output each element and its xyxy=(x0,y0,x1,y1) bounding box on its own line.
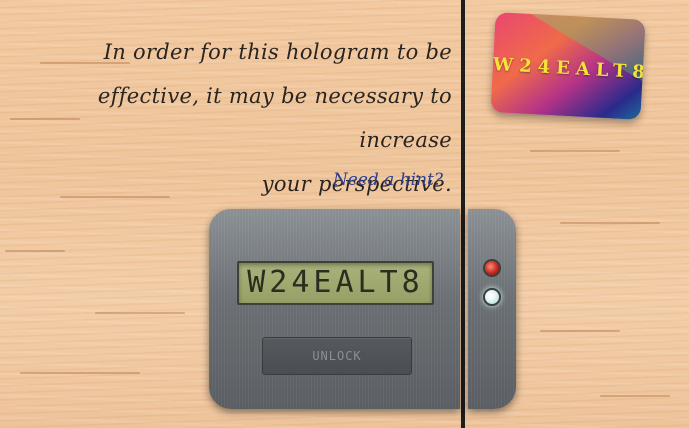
wood-grain xyxy=(540,330,620,332)
wood-grain xyxy=(600,395,670,397)
hologram-code: W24EALT8 xyxy=(492,54,646,84)
wood-grain xyxy=(95,312,185,314)
wood-grain xyxy=(560,222,660,224)
wood-grain xyxy=(530,150,620,152)
lock-side-panel xyxy=(468,209,516,409)
wood-grain xyxy=(20,372,140,374)
instructions-line-1: In order for this hologram to be xyxy=(103,40,452,64)
hint-link[interactable]: Need a hint? xyxy=(300,170,443,190)
unlock-button[interactable]: UNLOCK xyxy=(262,337,412,375)
lock-panel xyxy=(209,209,460,409)
status-led-red xyxy=(483,259,501,277)
instructions-line-2: effective, it may be necessary to increa… xyxy=(97,84,452,152)
center-divider xyxy=(461,0,465,428)
lock-display: W24EALT8 xyxy=(237,261,434,305)
hologram-card[interactable]: W24EALT8 xyxy=(490,12,646,120)
status-led-white xyxy=(483,288,501,306)
wood-grain xyxy=(5,250,65,252)
